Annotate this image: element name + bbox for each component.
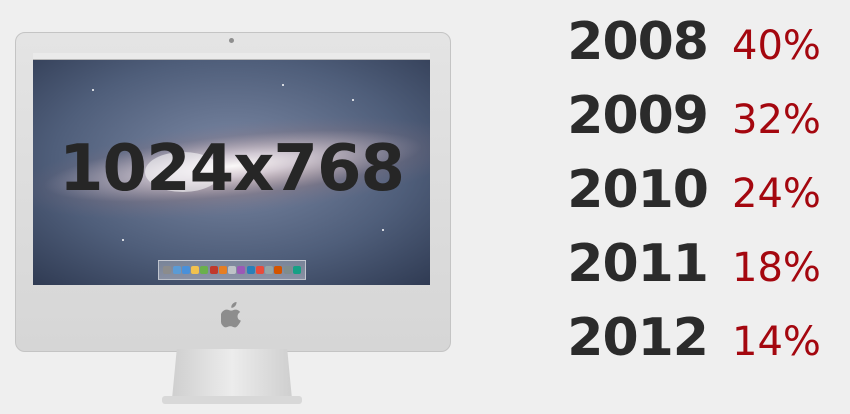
- year-label: 2009: [567, 86, 709, 146]
- percent-label: 24%: [732, 171, 821, 217]
- percent-label: 18%: [732, 245, 821, 291]
- year-label: 2010: [567, 160, 709, 220]
- year-label: 2008: [567, 12, 709, 72]
- stat-row-2010: 2010 24%: [520, 154, 850, 226]
- year-label: 2011: [567, 234, 709, 294]
- year-label: 2012: [567, 308, 709, 368]
- imac-illustration: 1024x768: [0, 0, 460, 414]
- percent-label: 40%: [732, 23, 821, 69]
- stat-row-2011: 2011 18%: [520, 228, 850, 300]
- apple-logo-icon: [221, 302, 241, 328]
- resolution-label: 1024x768: [59, 132, 405, 206]
- stat-row-2009: 2009 32%: [520, 80, 850, 152]
- monitor-stand-base: [162, 396, 302, 404]
- monitor-stand: [172, 349, 292, 399]
- stat-row-2008: 2008 40%: [520, 6, 850, 78]
- camera-icon: [229, 38, 234, 43]
- percent-label: 14%: [732, 319, 821, 365]
- stat-row-2012: 2012 14%: [520, 302, 850, 374]
- percent-label: 32%: [732, 97, 821, 143]
